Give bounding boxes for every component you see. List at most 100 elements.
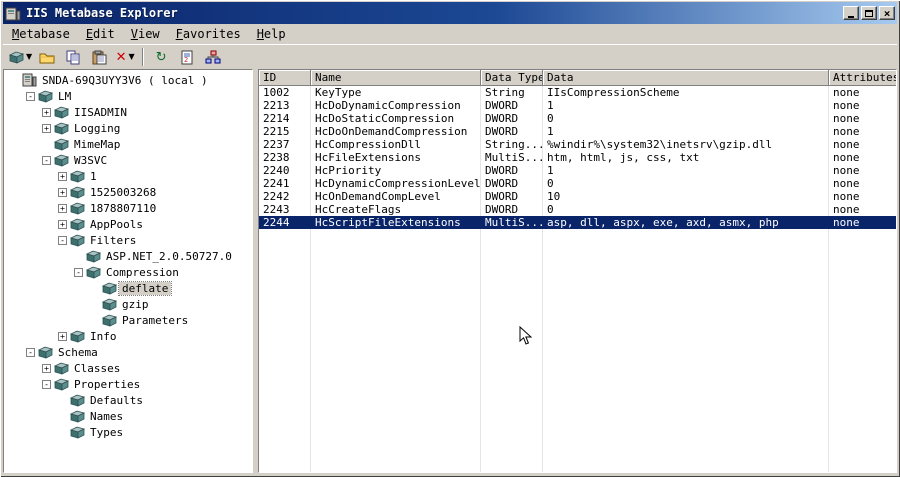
copy-icon [66, 50, 81, 65]
table-row-2238[interactable]: 2238 HcFileExtensions MultiS... htm, html, … [259, 151, 896, 164]
chevron-down-icon[interactable]: ▼ [129, 53, 135, 61]
tree-item-compression[interactable]: - Compression [6, 264, 252, 280]
cell-data_type: String... [485, 138, 543, 151]
tree-item-lm[interactable]: - LM [6, 88, 252, 104]
cell-id: 2215 [263, 125, 290, 138]
column-header-name[interactable]: Name [311, 70, 481, 86]
table-row-2240[interactable]: 2240 HcPriority DWORD 1 none [259, 164, 896, 177]
tree-item-snda-69q3uyy3v6-local[interactable]: SNDA-69Q3UYY3V6 ( local ) [6, 72, 252, 88]
copy-button[interactable] [60, 46, 86, 68]
open-button[interactable] [34, 46, 60, 68]
title-bar[interactable]: IIS Metabase Explorer × [3, 2, 897, 24]
column-header-data-type[interactable]: Data Type [481, 70, 543, 86]
metabase-key-icon [38, 346, 55, 359]
cell-data_type: DWORD [485, 177, 519, 190]
expand-icon[interactable]: + [58, 203, 67, 213]
tree-item-apppools[interactable]: + AppPools [6, 216, 252, 232]
key-icon [9, 51, 24, 64]
expand-icon[interactable]: + [42, 107, 51, 117]
tree-item-names[interactable]: Names [6, 408, 252, 424]
tree-item-asp-net-2-0-50727-0[interactable]: ASP.NET_2.0.50727.0 [6, 248, 252, 264]
cell-attributes: none [833, 190, 860, 203]
table-row-2244[interactable]: 2244 HcScriptFileExtensions MultiS... asp, … [259, 216, 896, 229]
tree-item-deflate[interactable]: deflate [6, 280, 252, 296]
tree-item-defaults[interactable]: Defaults [6, 392, 252, 408]
menu-metabase[interactable]: Metabase [4, 24, 78, 44]
refresh-icon: ↻ [155, 49, 167, 65]
column-header-data[interactable]: Data [543, 70, 829, 86]
cell-data: 10 [547, 190, 561, 203]
table-row-2237[interactable]: 2237 HcCompressionDll String... %windir%\sy… [259, 138, 896, 151]
tree-item-gzip[interactable]: gzip [6, 296, 252, 312]
tree-item-label: LM [58, 89, 72, 103]
tree-item-label: Logging [74, 121, 121, 135]
collapse-icon[interactable]: - [42, 379, 51, 389]
export-button[interactable]: 2 [174, 46, 200, 68]
expand-icon[interactable]: + [58, 219, 67, 229]
tree-item-w3svc[interactable]: - W3SVC [6, 152, 252, 168]
menu-edit[interactable]: Edit [78, 24, 123, 44]
tree-item-mimemap[interactable]: MimeMap [6, 136, 252, 152]
tree-item-info[interactable]: + Info [6, 328, 252, 344]
metabase-key-icon [54, 138, 71, 151]
collapse-icon[interactable]: - [42, 155, 51, 165]
tree-item-filters[interactable]: - Filters [6, 232, 252, 248]
tree-item-types[interactable]: Types [6, 424, 252, 440]
cell-attributes: none [833, 125, 860, 138]
cell-data: asp, dll, aspx, exe, axd, asmx, php [547, 216, 779, 229]
expand-icon[interactable]: + [42, 363, 51, 373]
list-header: ID Name Data Type Data Attributes [259, 70, 896, 86]
maximize-button[interactable] [861, 6, 877, 20]
tree-item-parameters[interactable]: Parameters [6, 312, 252, 328]
menu-help[interactable]: Help [249, 24, 294, 44]
cell-attributes: none [833, 216, 860, 229]
refresh-button[interactable]: ↻ [148, 46, 174, 68]
tree-item-1878807110[interactable]: + 1878807110 [6, 200, 252, 216]
tree-item-label: Schema [58, 345, 98, 359]
tree-item-label: gzip [122, 297, 149, 311]
metabase-key-icon [70, 218, 87, 231]
collapse-icon[interactable]: - [58, 235, 67, 245]
list-body: 1002 KeyType String IIsCompressionScheme non… [259, 86, 896, 472]
tree-item-schema[interactable]: - Schema [6, 344, 252, 360]
metabase-key-icon [54, 154, 71, 167]
column-header-id[interactable]: ID [259, 70, 311, 86]
paste-button[interactable] [86, 46, 112, 68]
table-row-2241[interactable]: 2241 HcDynamicCompressionLevel DWORD 0 none [259, 177, 896, 190]
tree-item-1525003268[interactable]: + 1525003268 [6, 184, 252, 200]
collapse-icon[interactable]: - [26, 91, 35, 101]
table-row-2243[interactable]: 2243 HcCreateFlags DWORD 0 none [259, 203, 896, 216]
expand-icon[interactable]: + [58, 331, 67, 341]
expand-icon[interactable]: + [42, 123, 51, 133]
cell-data: 0 [547, 177, 554, 190]
tree-item-logging[interactable]: + Logging [6, 120, 252, 136]
expand-icon[interactable]: + [58, 171, 67, 181]
metabase-key-icon [70, 202, 87, 215]
new-key-button[interactable]: ▼ [7, 46, 34, 68]
collapse-icon[interactable]: - [26, 347, 35, 357]
table-row-2214[interactable]: 2214 HcDoStaticCompression DWORD 0 none [259, 112, 896, 125]
tree-item-1[interactable]: + 1 [6, 168, 252, 184]
connections-button[interactable] [200, 46, 226, 68]
table-row-1002[interactable]: 1002 KeyType String IIsCompressionScheme non… [259, 86, 896, 99]
collapse-icon[interactable]: - [74, 267, 83, 277]
close-button[interactable]: × [879, 6, 895, 20]
table-row-2213[interactable]: 2213 HcDoDynamicCompression DWORD 1 none [259, 99, 896, 112]
minimize-button[interactable] [843, 6, 859, 20]
tree-item-label: Types [90, 425, 124, 439]
table-row-2242[interactable]: 2242 HcOnDemandCompLevel DWORD 10 none [259, 190, 896, 203]
expand-icon[interactable]: + [58, 187, 67, 197]
tree-item-label: 1525003268 [90, 185, 157, 199]
menu-favorites[interactable]: Favorites [168, 24, 249, 44]
tree-item-properties[interactable]: - Properties [6, 376, 252, 392]
table-row-2215[interactable]: 2215 HcDoOnDemandCompression DWORD 1 none [259, 125, 896, 138]
window-title: IIS Metabase Explorer [26, 6, 178, 20]
tree-item-label: Classes [74, 361, 121, 375]
tree-item-iisadmin[interactable]: + IISADMIN [6, 104, 252, 120]
menu-view[interactable]: View [123, 24, 168, 44]
delete-button[interactable]: ✕ ▼ [112, 46, 138, 68]
chevron-down-icon[interactable]: ▼ [26, 53, 32, 61]
column-header-attributes[interactable]: Attributes [829, 70, 896, 86]
tree-item-classes[interactable]: + Classes [6, 360, 252, 376]
main-area: SNDA-69Q3UYY3V6 ( local ) - LM + IISADMIN +… [3, 69, 897, 473]
